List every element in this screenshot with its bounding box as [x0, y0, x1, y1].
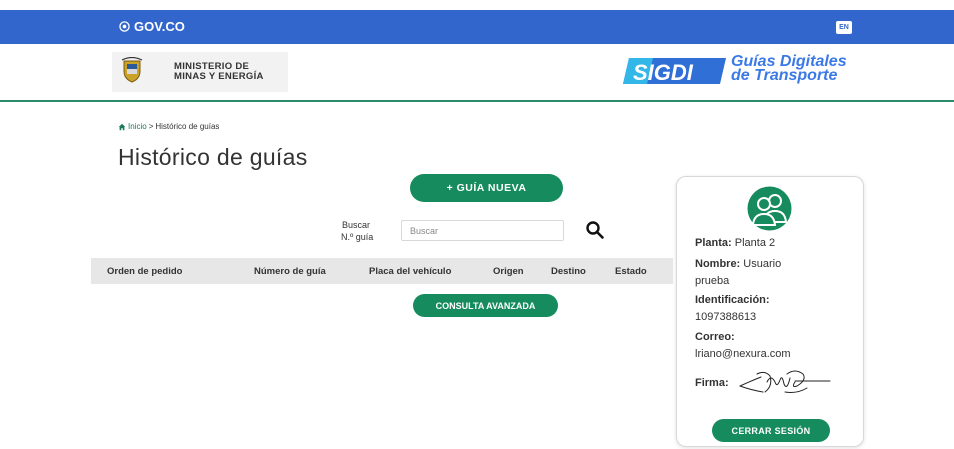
- ministry-logo[interactable]: MINISTERIO DE MINAS Y ENERGÍA: [112, 52, 288, 92]
- id-row: Identificación: 1097388613: [695, 292, 770, 326]
- search-icon[interactable]: [585, 220, 605, 240]
- column-header-status[interactable]: Estado: [615, 266, 647, 277]
- colombia-shield-icon: [121, 57, 143, 83]
- planta-value: Planta 2: [734, 237, 776, 249]
- page-title: Histórico de guías: [118, 144, 308, 170]
- signature-image: [739, 370, 831, 393]
- id-label: Identificación:: [695, 294, 770, 306]
- correo-label: Correo:: [695, 331, 735, 343]
- column-header-plate[interactable]: Placa del vehículo: [369, 266, 451, 277]
- nombre-row: Nombre: Usuario prueba: [695, 256, 781, 290]
- nombre-label: Nombre:: [695, 258, 741, 270]
- gov-co-link[interactable]: GOV.CO: [119, 19, 185, 34]
- breadcrumb-separator: >: [148, 122, 154, 131]
- user-card: Planta: Planta 2 Nombre: Usuario prueba …: [676, 176, 864, 447]
- site-header: MINISTERIO DE MINAS Y ENERGÍA SIGDI Guía…: [0, 44, 954, 100]
- column-header-destination[interactable]: Destino: [551, 266, 586, 277]
- breadcrumb-current: Histórico de guías: [155, 122, 220, 131]
- gov-bar: GOV.CO EN: [0, 10, 954, 44]
- breadcrumb: Inicio > Histórico de guías: [118, 122, 219, 131]
- top-edge: [0, 0, 954, 10]
- sigdi-logo-text: SIGDI: [633, 60, 694, 85]
- firma-label: Firma:: [695, 377, 729, 389]
- ministry-line-2: MINAS Y ENERGÍA: [174, 71, 264, 82]
- nombre-value-line-1: Usuario: [743, 258, 782, 270]
- search-label-line-2: N.º guía: [341, 232, 374, 242]
- breadcrumb-home-link[interactable]: Inicio: [128, 122, 147, 131]
- search-input[interactable]: [401, 220, 564, 241]
- gov-co-icon: [119, 21, 130, 32]
- sigdi-tagline: Guías Digitales de Transporte: [731, 54, 847, 84]
- ministry-name: MINISTERIO DE MINAS Y ENERGÍA: [174, 62, 264, 82]
- planta-row: Planta: Planta 2: [695, 235, 775, 252]
- gov-co-label: GOV.CO: [134, 19, 185, 34]
- planta-label: Planta:: [695, 237, 732, 249]
- correo-row: Correo: lriano@nexura.com: [695, 329, 791, 363]
- id-value: 1097388613: [695, 311, 757, 323]
- table-header: Orden de pedido Número de guía Placa del…: [91, 258, 673, 284]
- sigdi-tag-line-2: de Transporte: [731, 67, 838, 84]
- home-icon: [118, 123, 126, 130]
- correo-value: lriano@nexura.com: [695, 348, 791, 360]
- logout-button[interactable]: CERRAR SESIÓN: [712, 419, 830, 442]
- user-group-avatar-icon: [747, 186, 792, 231]
- column-header-order[interactable]: Orden de pedido: [107, 266, 182, 277]
- language-toggle[interactable]: EN: [836, 21, 852, 34]
- nombre-value-line-2: prueba: [695, 275, 730, 287]
- new-guide-button[interactable]: + GUÍA NUEVA: [410, 174, 563, 202]
- sigdi-logo[interactable]: SIGDI: [623, 56, 726, 86]
- column-header-origin[interactable]: Origen: [493, 266, 524, 277]
- column-header-guide-number[interactable]: Número de guía: [254, 266, 326, 277]
- header-divider: [0, 100, 954, 102]
- advanced-search-button[interactable]: CONSULTA AVANZADA: [413, 294, 558, 317]
- search-label: Buscar N.º guía: [341, 219, 373, 243]
- search-label-line-1: Buscar: [342, 220, 371, 230]
